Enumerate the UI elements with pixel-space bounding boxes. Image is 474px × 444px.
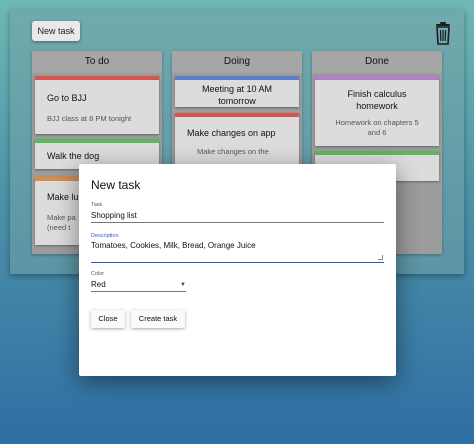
color-select[interactable]: Red ▼: [91, 280, 186, 292]
description-field-label: Description: [91, 233, 119, 239]
color-select-value: Red: [91, 280, 106, 289]
task-card[interactable]: Meeting at 10 AM tomorrow: [175, 76, 299, 107]
trash-icon[interactable]: [434, 21, 452, 45]
task-card[interactable]: Make changes on app Make changes on the: [175, 113, 299, 169]
card-description: BJJ class at 8 PM tonight: [47, 114, 132, 123]
dialog-title: New task: [91, 178, 141, 192]
card-description: Homework on chapters 5 and 6: [335, 118, 419, 137]
card-title: Make changes on app: [187, 128, 276, 138]
resize-handle-icon[interactable]: [378, 255, 383, 260]
card-title: Meeting at 10 AM tomorrow: [201, 84, 273, 106]
column-header-doing: Doing: [172, 51, 302, 73]
column-header-done: Done: [312, 51, 442, 73]
task-card[interactable]: Go to BJJ BJJ class at 8 PM tonight: [35, 76, 159, 134]
new-task-dialog: New task Task Shopping list Description …: [79, 164, 396, 376]
description-text: Tomatoes, Cookies, Milk, Bread, Orange J…: [91, 241, 256, 250]
color-field-label: Color: [91, 271, 105, 277]
description-textarea[interactable]: Tomatoes, Cookies, Milk, Bread, Orange J…: [91, 241, 384, 263]
task-card[interactable]: Finish calculus homework Homework on cha…: [315, 76, 439, 146]
card-title: Go to BJJ: [47, 93, 87, 103]
card-color-stripe: [315, 151, 439, 155]
card-description: Make pa (need t: [47, 213, 76, 232]
card-title: Walk the dog: [47, 151, 100, 161]
card-description: Make changes on the: [197, 147, 269, 156]
task-input[interactable]: Shopping list: [91, 211, 384, 223]
card-title: Finish calculus homework: [347, 89, 407, 111]
task-field-label: Task: [91, 202, 103, 208]
new-task-button[interactable]: New task: [32, 21, 80, 41]
chevron-down-icon: ▼: [180, 282, 186, 288]
create-task-button[interactable]: Create task: [131, 310, 185, 328]
column-header-todo: To do: [32, 51, 162, 73]
close-button[interactable]: Close: [91, 310, 125, 328]
